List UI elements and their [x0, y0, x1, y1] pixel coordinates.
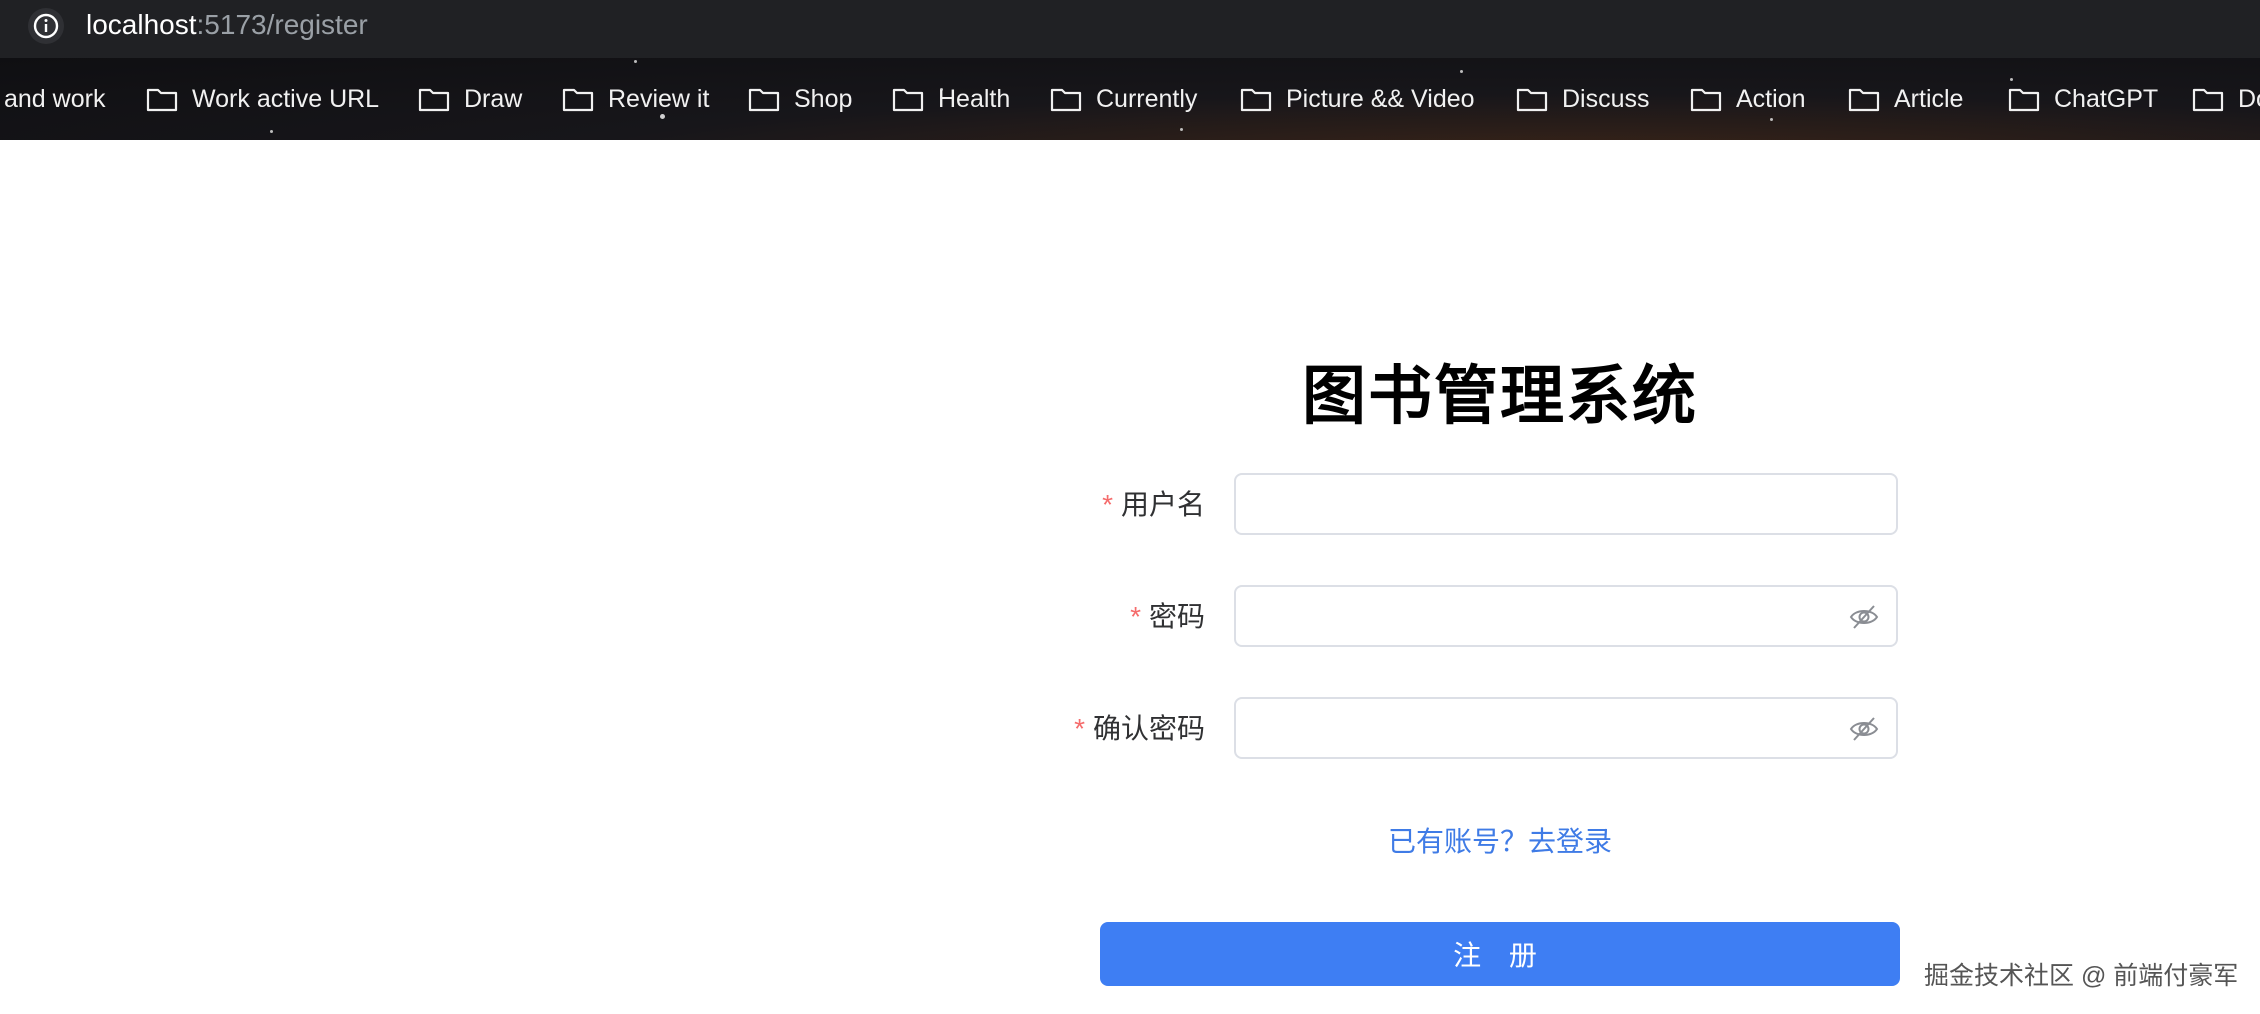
bookmark-label: Discuss [1562, 84, 1650, 113]
folder-icon [418, 88, 450, 112]
folder-icon [2192, 88, 2224, 112]
required-mark: * [1074, 713, 1085, 744]
bookmark-review-it[interactable]: Review it [562, 58, 709, 140]
folder-icon [1690, 88, 1722, 112]
browser-chrome: localhost:5173/register and work Work ac… [0, 0, 2260, 140]
password-label-text: 密码 [1148, 601, 1205, 632]
register-page: 图书管理系统 * 用户名 * 密码 * 确认密码 已有账号？去登录 注 册 掘金… [0, 140, 2260, 1014]
bookmark-shop[interactable]: Shop [748, 58, 852, 140]
url-text[interactable]: localhost:5173/register [86, 8, 368, 42]
bookmark-label: Action [1736, 84, 1806, 113]
bookmark-label: Shop [794, 84, 853, 113]
password-row: * 密码 [1100, 585, 1900, 649]
password-input[interactable] [1236, 587, 1852, 645]
username-label-text: 用户名 [1120, 489, 1205, 520]
folder-icon [748, 88, 780, 112]
password-field[interactable] [1234, 585, 1898, 647]
confirm-password-row: * 确认密码 [1074, 697, 1900, 761]
bookmark-chatgpt[interactable]: ChatGPT [2008, 58, 2158, 140]
eye-off-icon[interactable] [1848, 601, 1880, 633]
bookmark-and-work[interactable]: and work [4, 58, 105, 140]
bookmark-picture-video[interactable]: Picture && Video [1240, 58, 1475, 140]
username-input[interactable] [1236, 475, 1852, 533]
bookmark-label: Draw [464, 84, 523, 113]
bookmarks-bar: and work Work active URL Draw Review it … [0, 58, 2260, 140]
folder-icon [1516, 88, 1548, 112]
url-path: :5173/register [196, 9, 368, 40]
bookmark-label: Do [2238, 84, 2260, 113]
bookmark-currently[interactable]: Currently [1050, 58, 1197, 140]
folder-icon [1240, 88, 1272, 112]
folder-icon [562, 88, 594, 112]
bookmark-label: Health [938, 84, 1011, 113]
bookmark-draw[interactable]: Draw [418, 58, 522, 140]
login-link[interactable]: 已有账号？去登录 [1100, 820, 1900, 860]
bookmark-health[interactable]: Health [892, 58, 1010, 140]
required-mark: * [1102, 489, 1113, 520]
watermark: 掘金技术社区 @ 前端付豪军 [1924, 962, 2239, 990]
confirm-password-field[interactable] [1234, 697, 1898, 759]
username-label: * 用户名 [1102, 473, 1205, 537]
confirm-password-label: * 确认密码 [1074, 697, 1205, 761]
bookmark-action[interactable]: Action [1690, 58, 1805, 140]
info-icon[interactable] [28, 8, 64, 44]
confirm-password-input[interactable] [1236, 699, 1852, 757]
bookmark-do[interactable]: Do [2192, 58, 2260, 140]
folder-icon [146, 88, 178, 112]
eye-off-icon[interactable] [1848, 713, 1880, 745]
page-title: 图书管理系统 [1302, 360, 1698, 432]
password-label: * 密码 [1130, 585, 1205, 649]
folder-icon [2008, 88, 2040, 112]
bookmark-work-active-url[interactable]: Work active URL [146, 58, 379, 140]
bookmark-discuss[interactable]: Discuss [1516, 58, 1650, 140]
folder-icon [1848, 88, 1880, 112]
folder-icon [1050, 88, 1082, 112]
bookmark-label: and work [4, 84, 106, 113]
bookmark-article[interactable]: Article [1848, 58, 1963, 140]
bookmark-label: ChatGPT [2054, 84, 2159, 113]
username-row: * 用户名 [1100, 473, 1900, 537]
register-button[interactable]: 注 册 [1100, 922, 1900, 986]
bookmark-label: Work active URL [192, 84, 380, 113]
confirm-password-label-text: 确认密码 [1092, 713, 1205, 744]
address-bar[interactable]: localhost:5173/register [0, 0, 2260, 58]
bookmark-label: Review it [608, 84, 710, 113]
required-mark: * [1130, 601, 1141, 632]
folder-icon [892, 88, 924, 112]
bookmark-label: Picture && Video [1286, 84, 1475, 113]
bookmark-label: Article [1894, 84, 1964, 113]
url-host: localhost [86, 9, 197, 40]
bookmark-label: Currently [1096, 84, 1198, 113]
username-field[interactable] [1234, 473, 1898, 535]
